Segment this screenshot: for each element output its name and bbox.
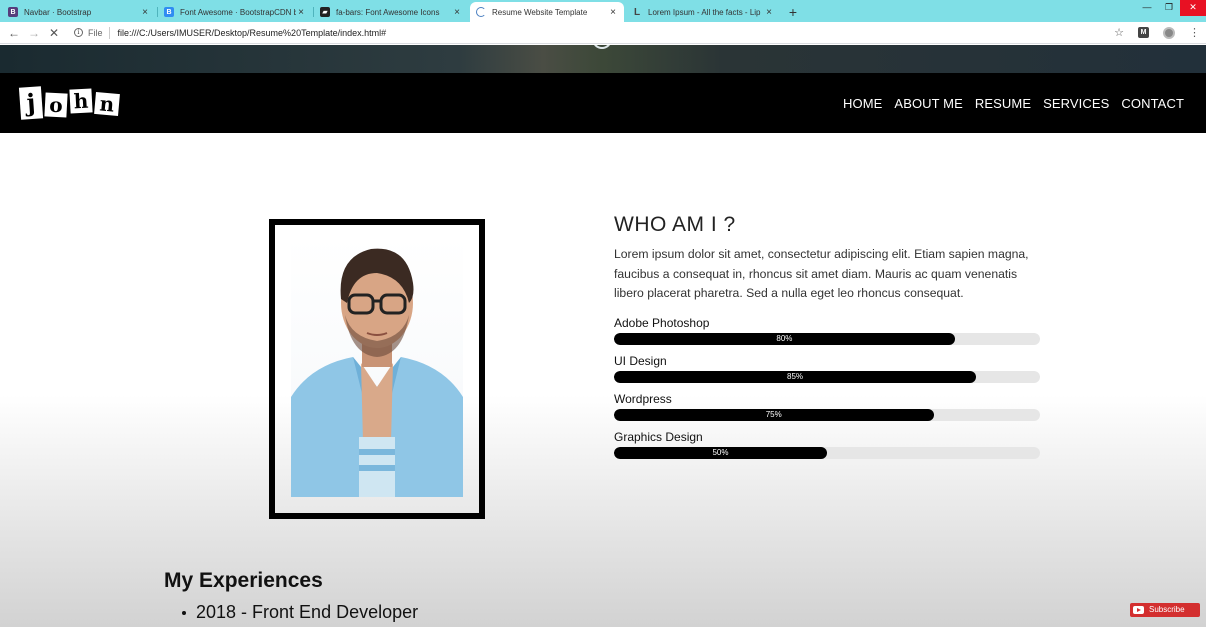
browser-toolbar: ← → ✕ i File file:///C:/Users/IMUSER/Des… — [0, 22, 1206, 44]
logo-letter: h — [69, 88, 93, 114]
skill-percent-label: 75% — [765, 409, 782, 419]
browser-tab-navbar-bootstrap[interactable]: B Navbar · Bootstrap × — [2, 2, 156, 22]
tab-close-icon[interactable]: × — [608, 7, 618, 18]
skill-name: UI Design — [614, 353, 667, 368]
restore-icon[interactable]: ❐ — [1158, 0, 1180, 16]
web-page: j o h n HOME ABOUT ME RESUME SERVICES CO… — [0, 45, 1206, 627]
skill-name: Wordpress — [614, 391, 672, 406]
skill-name: Adobe Photoshop — [614, 315, 710, 330]
hero-background-strip — [0, 45, 1206, 73]
logo-letter: n — [94, 91, 120, 117]
back-arrow-icon[interactable]: ← — [4, 26, 24, 40]
browser-tab-lorem-ipsum[interactable]: L Lorem Ipsum - All the facts - Lip × — [626, 2, 780, 22]
window-controls: — ❐ ✕ — [1136, 0, 1206, 16]
site-navbar: j o h n HOME ABOUT ME RESUME SERVICES CO… — [0, 73, 1206, 133]
gmail-extension-icon[interactable]: M — [1138, 27, 1149, 38]
experience-list-item: 2018 - Front End Developer — [182, 602, 418, 623]
tab-close-icon[interactable]: × — [764, 7, 774, 18]
tab-close-icon[interactable]: × — [296, 7, 306, 18]
skill-item: Adobe Photoshop 80% — [614, 316, 1044, 345]
bullet-icon — [182, 610, 186, 615]
nav-contact[interactable]: CONTACT — [1121, 96, 1184, 111]
browser-tab-resume-template[interactable]: Resume Website Template × — [470, 2, 624, 22]
tab-close-icon[interactable]: × — [452, 7, 462, 18]
loading-spinner-icon — [476, 7, 486, 17]
about-section: WHO AM I ? Lorem ipsum dolor sit amet, c… — [614, 213, 1044, 468]
nav-resume[interactable]: RESUME — [975, 96, 1031, 111]
site-info-icon[interactable]: i — [74, 28, 83, 37]
site-logo[interactable]: j o h n — [18, 86, 130, 121]
tab-title: Font Awesome · BootstrapCDN b — [180, 7, 296, 17]
nav-services[interactable]: SERVICES — [1043, 96, 1109, 111]
tab-title: fa-bars: Font Awesome Icons — [336, 7, 440, 17]
nav-home[interactable]: HOME — [843, 96, 882, 111]
file-scheme-label: File — [88, 27, 103, 38]
skill-percent-label: 80% — [776, 333, 793, 343]
bootstrap-favicon-icon: B — [8, 7, 18, 17]
skill-progress-track: 85% — [614, 370, 1040, 383]
about-title: WHO AM I ? — [614, 213, 736, 236]
skill-percent-label: 50% — [712, 447, 729, 457]
bootstrapcdn-favicon-icon: B — [164, 7, 174, 17]
tab-title: Resume Website Template — [492, 7, 588, 17]
bookmark-star-icon[interactable]: ☆ — [1114, 26, 1124, 39]
logo-letter: j — [18, 86, 44, 120]
browser-tab-font-awesome-cdn[interactable]: B Font Awesome · BootstrapCDN b × — [157, 2, 312, 22]
skill-percent-label: 85% — [787, 371, 804, 381]
youtube-play-icon — [1133, 606, 1144, 614]
skill-name: Graphics Design — [614, 429, 703, 444]
nav-about-me[interactable]: ABOUT ME — [894, 96, 962, 111]
browser-tab-fa-bars[interactable]: ▰ fa-bars: Font Awesome Icons × — [313, 2, 468, 22]
more-menu-icon[interactable]: ⋮ — [1189, 26, 1200, 39]
subscribe-label: Subscribe — [1149, 605, 1185, 614]
experience-text: 2018 - Front End Developer — [196, 602, 419, 622]
about-text: Lorem ipsum dolor sit amet, consectetur … — [614, 247, 1029, 300]
toolbar-actions: ☆ M ⋮ — [1114, 26, 1200, 39]
stop-loading-icon[interactable]: ✕ — [44, 26, 64, 40]
logo-letter: o — [44, 92, 68, 118]
tab-close-icon[interactable]: × — [140, 7, 150, 18]
experiences-title: My Experiences — [164, 569, 323, 592]
profile-avatar-icon[interactable] — [1163, 26, 1175, 39]
window-close-icon[interactable]: ✕ — [1180, 0, 1206, 16]
main-nav: HOME ABOUT ME RESUME SERVICES CONTACT — [843, 73, 1184, 133]
address-url-input[interactable]: file:///C:/Users/IMUSER/Desktop/Resume%2… — [118, 28, 1115, 38]
profile-photo — [291, 237, 463, 497]
minimize-icon[interactable]: — — [1136, 0, 1158, 16]
forward-arrow-icon[interactable]: → — [24, 26, 44, 40]
skill-item: UI Design 85% — [614, 354, 1044, 383]
new-tab-plus-icon[interactable]: + — [784, 3, 802, 21]
subscribe-button[interactable]: Subscribe — [1130, 603, 1200, 617]
font-awesome-favicon-icon: ▰ — [320, 7, 330, 17]
skill-progress-track: 80% — [614, 332, 1040, 345]
skill-item: Graphics Design 50% — [614, 430, 1044, 459]
scroll-indicator-icon — [592, 45, 612, 49]
tab-title: Lorem Ipsum - All the facts - Lip — [648, 7, 761, 17]
address-separator — [108, 26, 110, 39]
skill-progress-track: 75% — [614, 408, 1040, 421]
browser-tab-strip: B Navbar · Bootstrap × B Font Awesome · … — [0, 0, 1206, 22]
tab-title: Navbar · Bootstrap — [24, 7, 92, 17]
skill-item: Wordpress 75% — [614, 392, 1044, 421]
lipsum-favicon-icon: L — [633, 6, 641, 18]
portrait-illustration — [291, 248, 463, 497]
skill-progress-track: 50% — [614, 446, 1040, 459]
